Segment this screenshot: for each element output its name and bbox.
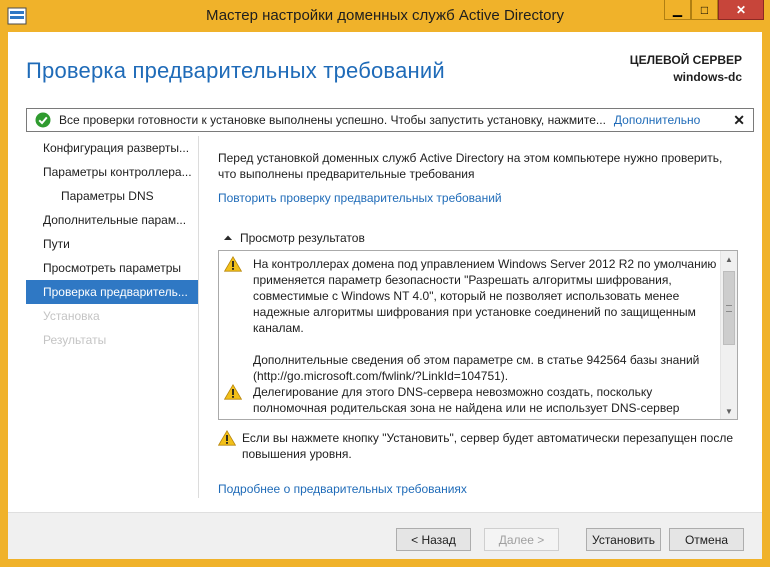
notification-close-icon[interactable]: ✕ bbox=[733, 112, 745, 129]
scroll-grip-icon bbox=[726, 305, 732, 312]
close-window-button[interactable]: ✕ bbox=[718, 0, 764, 20]
window-title: Мастер настройки доменных служб Active D… bbox=[206, 7, 564, 24]
restart-warning-text: Если вы нажмете кнопку "Установить", сер… bbox=[242, 430, 733, 462]
result-line-blank bbox=[253, 336, 716, 352]
result-line: полномочная родительская зона не найдена… bbox=[253, 401, 680, 415]
success-check-icon bbox=[35, 112, 51, 128]
cancel-button[interactable]: Отмена bbox=[669, 528, 744, 551]
nav-item-review-options[interactable]: Просмотреть параметры bbox=[26, 256, 198, 280]
results-list[interactable]: На контроллерах домена под управлением W… bbox=[218, 250, 738, 420]
notification-bar: Все проверки готовности к установке выпо… bbox=[26, 108, 754, 132]
scroll-up-icon[interactable]: ▲ bbox=[721, 251, 737, 267]
wizard-window: Мастер настройки доменных служб Active D… bbox=[0, 0, 770, 567]
nav-item-paths[interactable]: Пути bbox=[26, 232, 198, 256]
title-bar[interactable]: Мастер настройки доменных служб Active D… bbox=[0, 0, 770, 32]
nav-item-deployment-config[interactable]: Конфигурация разверты... bbox=[26, 136, 198, 160]
view-results-toggle[interactable]: Просмотр результатов bbox=[224, 231, 365, 245]
result-message: На контроллерах домена под управлением W… bbox=[219, 256, 719, 384]
restart-warning: Если вы нажмете кнопку "Установить", сер… bbox=[218, 430, 738, 462]
learn-more-prerequisites-link[interactable]: Подробнее о предварительных требованиях bbox=[218, 482, 467, 496]
scroll-down-icon[interactable]: ▼ bbox=[721, 403, 737, 419]
nav-item-additional-options[interactable]: Дополнительные парам... bbox=[26, 208, 198, 232]
result-line: Дополнительные сведения об этом параметр… bbox=[253, 353, 700, 367]
nav-item-installation: Установка bbox=[43, 309, 100, 323]
button-bar: < Назад Далее > Установить Отмена bbox=[8, 512, 762, 559]
restart-warning-line: Если вы нажмете кнопку "Установить", сер… bbox=[242, 431, 734, 445]
result-message: Делегирование для этого DNS-сервера нево… bbox=[219, 384, 719, 416]
wizard-nav: Конфигурация разверты... Параметры контр… bbox=[26, 136, 198, 352]
result-line: (http://go.microsoft.com/fwlink/?LinkId=… bbox=[253, 369, 509, 383]
install-button[interactable]: Установить bbox=[586, 528, 661, 551]
next-button: Далее > bbox=[484, 528, 559, 551]
view-results-label: Просмотр результатов bbox=[240, 231, 365, 245]
window-controls: ▁ □ ✕ bbox=[664, 0, 764, 20]
nav-item-dc-options[interactable]: Параметры контроллера... bbox=[26, 160, 198, 184]
page-title: Проверка предварительных требований bbox=[26, 58, 445, 83]
warning-icon bbox=[218, 430, 236, 446]
result-line: Делегирование для этого DNS-сервера нево… bbox=[253, 385, 653, 399]
scroll-thumb[interactable] bbox=[723, 271, 735, 345]
maximize-button[interactable]: □ bbox=[691, 0, 718, 20]
nav-item-results: Результаты bbox=[43, 333, 107, 347]
warning-icon bbox=[224, 384, 242, 400]
nav-item-dns-options[interactable]: Параметры DNS bbox=[26, 184, 198, 208]
collapse-caret-icon bbox=[224, 235, 232, 240]
minimize-button[interactable]: ▁ bbox=[664, 0, 691, 20]
restart-warning-line: повышения уровня. bbox=[242, 447, 352, 461]
intro-text: Перед установкой доменных служб Active D… bbox=[218, 150, 748, 182]
warning-icon bbox=[224, 256, 242, 272]
nav-divider bbox=[198, 136, 199, 498]
more-details-link[interactable]: Дополнительно bbox=[614, 113, 700, 127]
back-button[interactable]: < Назад bbox=[396, 528, 471, 551]
result-message-text: Делегирование для этого DNS-сервера нево… bbox=[253, 384, 679, 416]
rerun-prerequisites-link[interactable]: Повторить проверку предварительных требо… bbox=[218, 191, 502, 205]
result-line: надежные алгоритмы шифрования при устано… bbox=[253, 305, 696, 319]
result-line: применяется параметр безопасности "Разре… bbox=[253, 273, 672, 287]
notification-text: Все проверки готовности к установке выпо… bbox=[59, 113, 606, 127]
result-line: каналам. bbox=[253, 321, 304, 335]
wizard-client-area: Проверка предварительных требований ЦЕЛЕ… bbox=[8, 32, 762, 559]
result-message-text: На контроллерах домена под управлением W… bbox=[253, 256, 716, 384]
nav-item-prerequisites-check[interactable]: Проверка предваритель... bbox=[26, 280, 198, 304]
results-scrollbar[interactable]: ▲ ▼ bbox=[720, 251, 737, 419]
target-server-name: windows-dc bbox=[673, 70, 742, 84]
intro-line-2: что выполнены предварительные требования bbox=[218, 167, 475, 181]
result-line: совместимые с Windows NT 4.0", который н… bbox=[253, 289, 680, 303]
target-server-label: ЦЕЛЕВОЙ СЕРВЕР bbox=[629, 53, 742, 67]
result-line: На контроллерах домена под управлением W… bbox=[253, 257, 717, 271]
intro-line-1: Перед установкой доменных служб Active D… bbox=[218, 151, 723, 165]
